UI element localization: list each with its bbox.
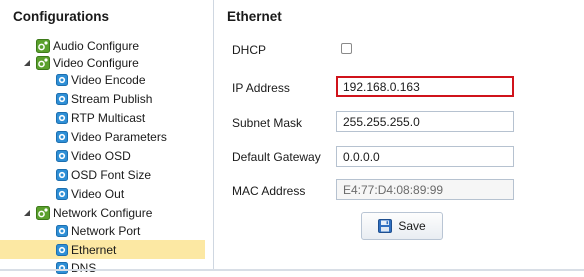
settings-node-icon [56, 73, 68, 86]
collapse-caret-icon[interactable] [22, 58, 32, 68]
settings-node-icon [56, 111, 68, 124]
settings-node-icon [56, 149, 68, 162]
tree-item-network-port[interactable]: Network Port [0, 221, 214, 240]
tree-item-label: Stream Publish [71, 91, 153, 106]
settings-node-icon [56, 130, 68, 143]
panel-title: Configurations [13, 9, 109, 24]
settings-node-icon [56, 261, 68, 274]
settings-group-icon [36, 205, 50, 220]
settings-node-icon [56, 92, 68, 105]
tree-item-video-out[interactable]: Video Out [0, 184, 214, 203]
dhcp-checkbox[interactable] [341, 43, 352, 54]
tree-item-osd-font-size[interactable]: OSD Font Size [0, 165, 214, 184]
tree-item-stream-publish[interactable]: Stream Publish [0, 89, 214, 108]
tree-item-label: RTP Multicast [71, 110, 146, 125]
tree-item-label: Video Parameters [71, 129, 167, 144]
save-button[interactable]: Save [361, 212, 443, 240]
tree-item-network-configure[interactable]: Network Configure [0, 203, 214, 222]
tree-item-rtp-multicast[interactable]: RTP Multicast [0, 108, 214, 127]
tree-item-video-encode[interactable]: Video Encode [0, 70, 214, 89]
save-button-label: Save [398, 219, 426, 233]
default-gateway-label: Default Gateway [232, 150, 321, 164]
tree-item-label: Video Encode [71, 72, 146, 87]
mac-address-input [336, 179, 514, 200]
settings-group-icon [36, 38, 50, 53]
tree-item-video-parameters[interactable]: Video Parameters [0, 127, 214, 146]
tree-item-label: OSD Font Size [71, 167, 152, 182]
tree-item-dns[interactable]: DNS [0, 258, 214, 277]
tree-item-label: Video Out [71, 186, 125, 201]
ip-address-input[interactable] [336, 76, 514, 97]
floppy-disk-icon [378, 219, 393, 233]
dhcp-label: DHCP [232, 43, 267, 57]
settings-group-icon [36, 55, 50, 70]
tree-item-label: DNS [71, 260, 97, 275]
tree-item-ethernet[interactable]: Ethernet [0, 240, 205, 259]
settings-node-icon [56, 168, 68, 181]
tree-item-video-osd[interactable]: Video OSD [0, 146, 214, 165]
section-title: Ethernet [227, 9, 282, 24]
default-gateway-input[interactable] [336, 146, 514, 167]
mac-address-label: MAC Address [232, 184, 306, 198]
settings-node-icon [56, 187, 68, 200]
subnet-mask-label: Subnet Mask [232, 116, 303, 130]
tree-item-label: Ethernet [71, 242, 117, 257]
subnet-mask-input[interactable] [336, 111, 514, 132]
tree-item-label: Network Port [71, 223, 141, 238]
tree-item-label: Video Configure [53, 55, 139, 70]
tree-item-label: Network Configure [53, 205, 153, 220]
tree-item-label: Video OSD [71, 148, 131, 163]
ip-address-label: IP Address [232, 81, 290, 95]
collapse-caret-icon[interactable] [22, 208, 32, 218]
settings-node-icon [56, 224, 68, 237]
settings-node-icon [56, 243, 68, 256]
tree-item-label: Audio Configure [53, 38, 140, 53]
configurations-panel: Configurations Audio Configure Video Con… [0, 0, 214, 275]
